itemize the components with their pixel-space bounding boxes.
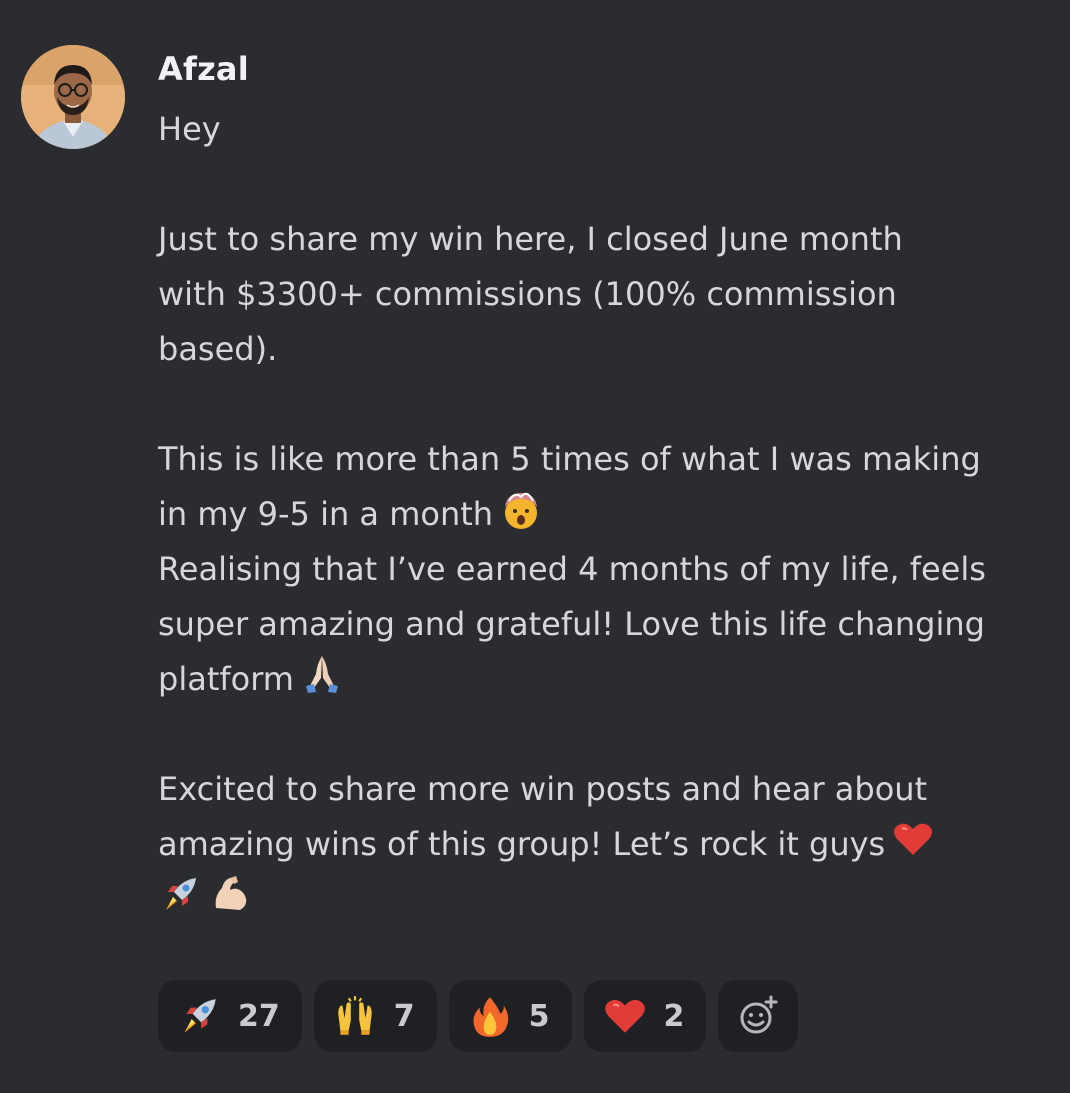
reaction-bar: 27 7 5 2 bbox=[158, 980, 799, 1052]
message-author[interactable]: Afzal bbox=[158, 50, 249, 88]
line-spacer bbox=[158, 707, 1053, 762]
reaction-red-heart[interactable]: 2 bbox=[583, 980, 707, 1052]
message-line-text: platform bbox=[158, 660, 294, 698]
folded-hands-icon bbox=[300, 652, 344, 696]
line-spacer bbox=[158, 157, 1053, 212]
message-line: Hey bbox=[158, 110, 221, 148]
message-line-text: in my 9-5 in a month bbox=[158, 495, 494, 533]
exploding-head-icon bbox=[499, 487, 543, 531]
red-heart-icon bbox=[891, 817, 935, 861]
message-line: based). bbox=[158, 330, 278, 368]
flexed-biceps-icon bbox=[208, 872, 252, 916]
message-line: Realising that I’ve earned 4 months of m… bbox=[158, 550, 986, 588]
add-reaction-button[interactable] bbox=[718, 980, 799, 1052]
rocket-icon bbox=[158, 872, 202, 916]
reaction-count: 2 bbox=[663, 998, 685, 1034]
message-line: Excited to share more win posts and hear… bbox=[158, 770, 928, 808]
fire-icon bbox=[467, 993, 513, 1039]
message-line-text: amazing wins of this group! Let’s rock i… bbox=[158, 825, 886, 863]
reaction-count: 7 bbox=[393, 998, 415, 1034]
raising-hands-icon bbox=[332, 993, 378, 1039]
message-line: super amazing and grateful! Love this li… bbox=[158, 605, 985, 643]
profile-photo-icon bbox=[21, 45, 125, 149]
message-line: Just to share my win here, I closed June… bbox=[158, 220, 903, 258]
reaction-raising-hands[interactable]: 7 bbox=[313, 980, 437, 1052]
message-line-with-emoji: platform bbox=[158, 652, 1053, 707]
message-line-with-emoji: in my 9-5 in a month bbox=[158, 487, 1053, 542]
reaction-count: 5 bbox=[528, 998, 550, 1034]
user-avatar[interactable] bbox=[21, 45, 125, 149]
reaction-fire[interactable]: 5 bbox=[448, 980, 572, 1052]
message-line: This is like more than 5 times of what I… bbox=[158, 440, 981, 478]
chat-message: Afzal Hey Just to share my win here, I c… bbox=[0, 0, 1070, 1093]
add-reaction-icon bbox=[740, 995, 778, 1034]
red-heart-icon bbox=[602, 993, 648, 1039]
rocket-icon bbox=[176, 993, 222, 1039]
message-line-with-emoji: amazing wins of this group! Let’s rock i… bbox=[158, 817, 1053, 872]
message-line: with $3300+ commissions (100% commission bbox=[158, 275, 897, 313]
message-line-emojis bbox=[158, 872, 1053, 927]
reaction-rocket[interactable]: 27 bbox=[158, 980, 302, 1052]
message-content: Hey Just to share my win here, I closed … bbox=[158, 102, 1053, 927]
line-spacer bbox=[158, 377, 1053, 432]
reaction-count: 27 bbox=[238, 998, 280, 1034]
